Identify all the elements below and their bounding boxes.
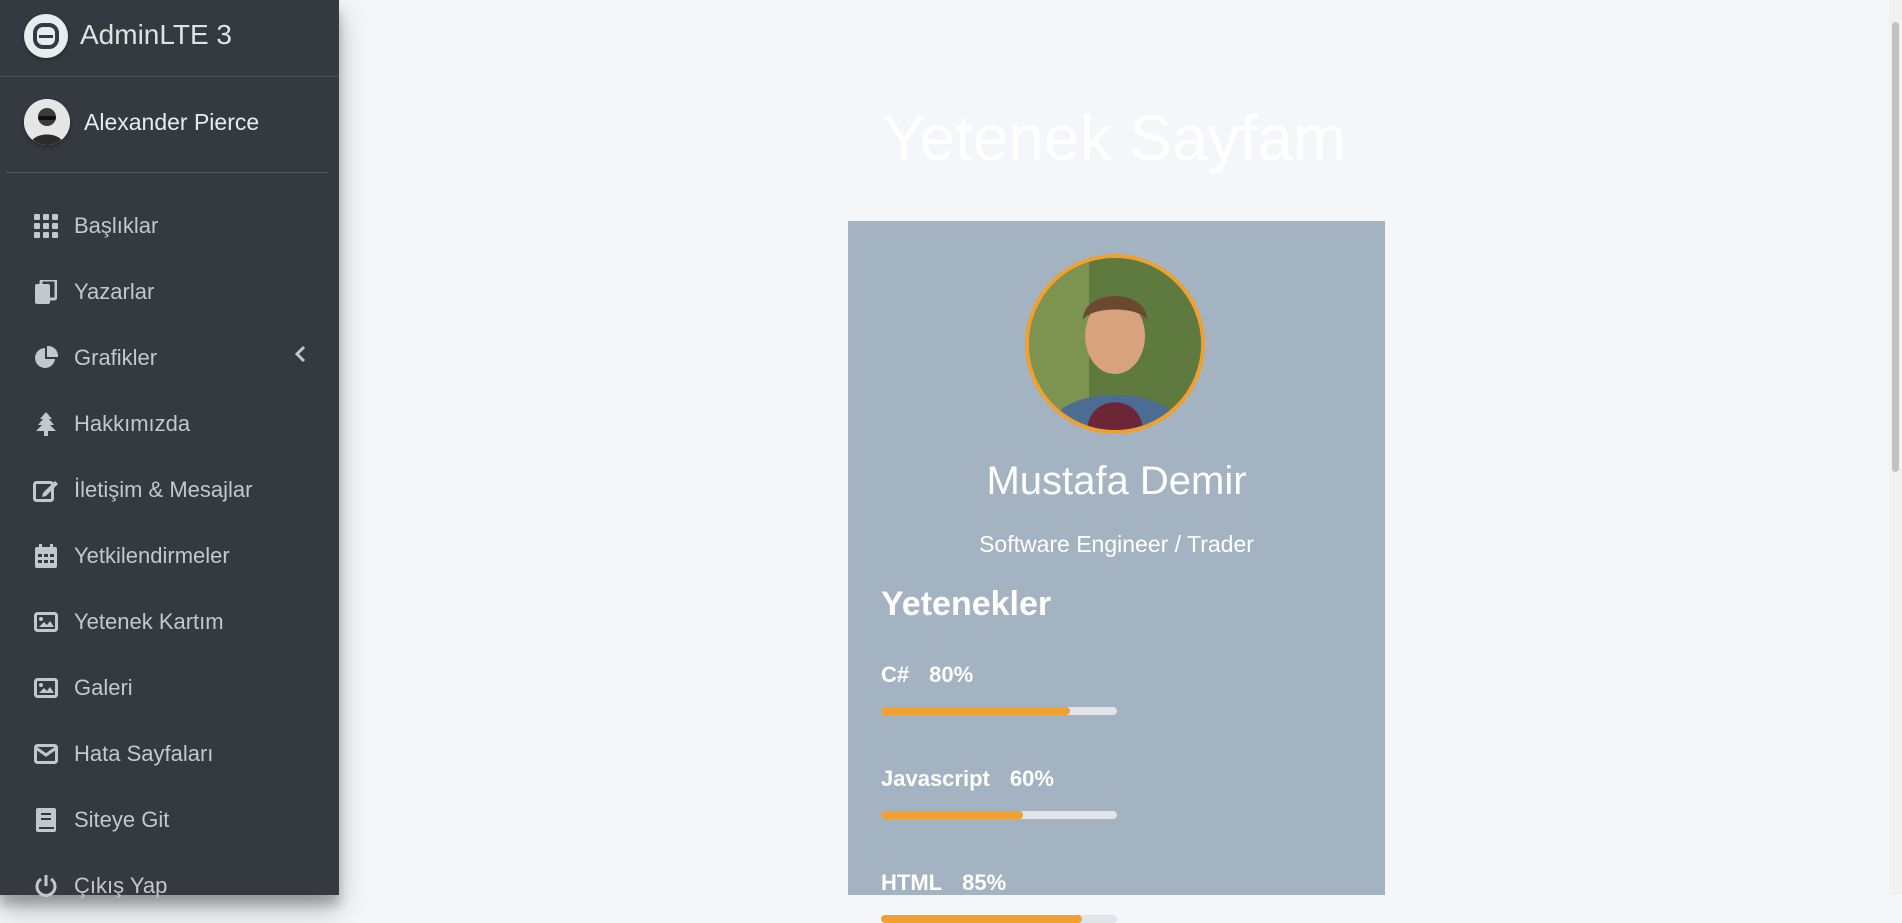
skill-percent: 80% bbox=[929, 662, 974, 687]
skill-item: Javascript 60% bbox=[881, 766, 1121, 819]
user-name[interactable]: Alexander Pierce bbox=[84, 109, 259, 136]
skill-percent: 60% bbox=[1009, 766, 1054, 791]
profile-card: Mustafa Demir Software Engineer / Trader… bbox=[848, 221, 1385, 923]
sidebar-item-label: Yazarlar bbox=[74, 279, 155, 304]
calendar-icon bbox=[33, 543, 59, 569]
sidebar-item-grafikler[interactable]: Grafikler bbox=[0, 325, 339, 391]
skill-item: HTML 85% bbox=[881, 870, 1121, 923]
sidebar-item-label: Galeri bbox=[74, 675, 133, 700]
tree-icon bbox=[33, 411, 59, 437]
sidebar: AdminLTE 3 Alexander Pierce Başlıklar Ya… bbox=[0, 0, 339, 898]
image-icon bbox=[33, 609, 59, 635]
sidebar-item-cikis-yap[interactable]: Çıkış Yap bbox=[0, 853, 339, 919]
skill-progress-fill bbox=[881, 707, 1070, 715]
brand-link[interactable]: AdminLTE 3 bbox=[0, 0, 339, 77]
user-panel: Alexander Pierce bbox=[6, 77, 328, 173]
brand-logo-icon bbox=[24, 14, 68, 58]
user-avatar[interactable] bbox=[24, 99, 70, 145]
image-icon bbox=[33, 675, 59, 701]
sidebar-item-yetenek-kartim[interactable]: Yetenek Kartım bbox=[0, 589, 339, 655]
sidebar-item-yazarlar[interactable]: Yazarlar bbox=[0, 259, 339, 325]
sidebar-item-hakkimizda[interactable]: Hakkımızda bbox=[0, 391, 339, 457]
sidebar-item-label: Siteye Git bbox=[74, 807, 170, 832]
profile-photo bbox=[1025, 254, 1205, 434]
skill-progress-bar bbox=[881, 707, 1117, 715]
sidebar-item-label: Grafikler bbox=[74, 345, 158, 370]
skill-progress-fill bbox=[881, 915, 1082, 923]
sidebar-item-label: Başlıklar bbox=[74, 213, 159, 238]
brand-name: AdminLTE 3 bbox=[80, 19, 232, 50]
sidebar-item-label: Yetkilendirmeler bbox=[74, 543, 230, 568]
sidebar-item-label: Çıkış Yap bbox=[74, 873, 168, 898]
page-title: Yetenek Sayfam bbox=[882, 101, 1347, 174]
skill-progress-bar bbox=[881, 811, 1117, 819]
sidebar-item-label: İletişim & Mesajlar bbox=[74, 477, 253, 502]
skill-percent: 85% bbox=[962, 870, 1007, 895]
sidebar-item-hata-sayfalari[interactable]: Hata Sayfaları bbox=[0, 721, 339, 787]
sidebar-item-yetkilendirmeler[interactable]: Yetkilendirmeler bbox=[0, 523, 339, 589]
skill-progress-fill bbox=[881, 811, 1023, 819]
sidebar-item-basliklar[interactable]: Başlıklar bbox=[0, 193, 339, 259]
sidebar-nav: Başlıklar Yazarlar Grafikler Hakkımızda … bbox=[0, 193, 339, 919]
power-icon bbox=[33, 873, 59, 899]
skill-name: Javascript bbox=[881, 766, 990, 791]
skills-heading: Yetenekler bbox=[881, 585, 1052, 623]
sidebar-item-siteye-git[interactable]: Siteye Git bbox=[0, 787, 339, 853]
sidebar-item-label: Yetenek Kartım bbox=[74, 609, 224, 634]
skill-name: C# bbox=[881, 662, 910, 687]
pie-chart-icon bbox=[33, 345, 59, 371]
sidebar-item-galeri[interactable]: Galeri bbox=[0, 655, 339, 721]
chevron-left-icon[interactable] bbox=[292, 345, 310, 363]
sidebar-item-label: Hata Sayfaları bbox=[74, 741, 214, 766]
skill-item: C# 80% bbox=[881, 662, 1121, 715]
scrollbar-thumb[interactable] bbox=[1892, 22, 1899, 472]
profile-job-title: Software Engineer / Trader bbox=[979, 531, 1254, 557]
book-icon bbox=[33, 807, 59, 833]
profile-name: Mustafa Demir bbox=[986, 459, 1247, 503]
skill-name: HTML bbox=[881, 870, 943, 895]
copy-icon bbox=[33, 279, 59, 305]
skill-progress-bar bbox=[881, 915, 1117, 923]
grid-icon bbox=[33, 213, 59, 239]
edit-icon bbox=[33, 477, 59, 503]
sidebar-item-label: Hakkımızda bbox=[74, 411, 191, 436]
sidebar-item-iletisim[interactable]: İletişim & Mesajlar bbox=[0, 457, 339, 523]
page-scrollbar[interactable] bbox=[1889, 0, 1902, 895]
envelope-icon bbox=[33, 741, 59, 767]
